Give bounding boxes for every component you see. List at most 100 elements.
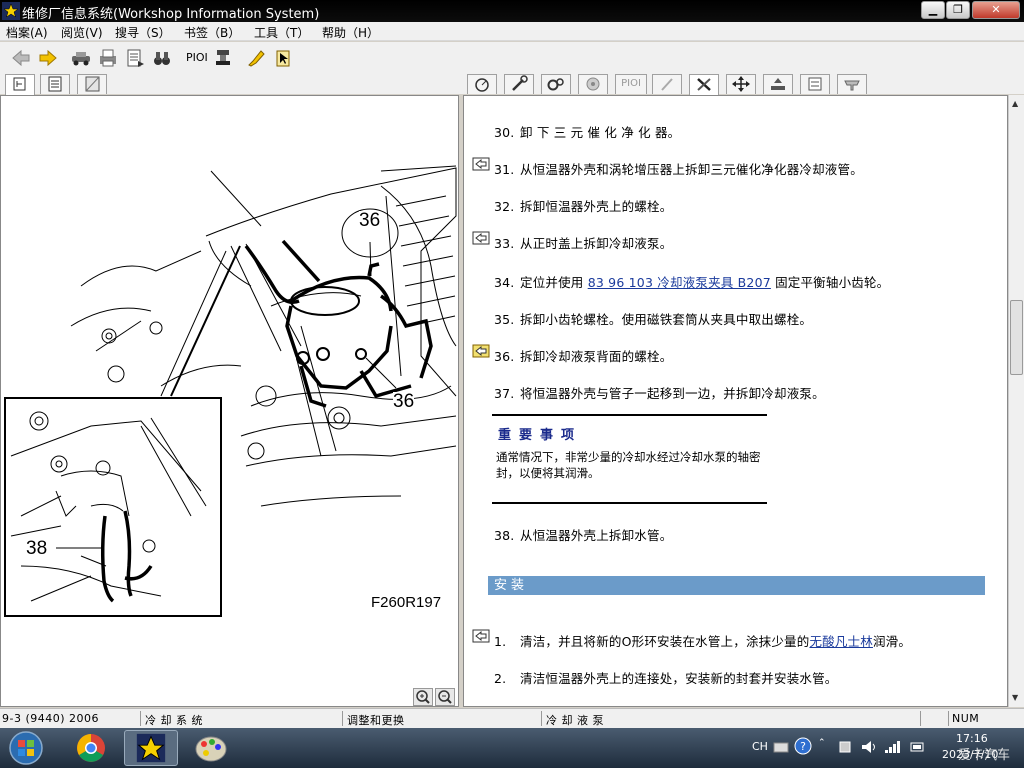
document-icon [48, 76, 62, 92]
flag-icon[interactable] [838, 740, 852, 754]
move-arrows-icon [732, 76, 750, 92]
illustration-link-icon[interactable] [472, 157, 490, 171]
tab-adjust[interactable] [726, 74, 756, 94]
engine-icon [586, 77, 600, 91]
install-section-header: 安装 [488, 576, 985, 595]
stamp-icon[interactable] [212, 47, 234, 69]
zoom-in-button[interactable] [413, 688, 433, 706]
window-title: 维修厂信息系统(Workshop Information System) [22, 7, 320, 22]
wrench-screwdriver-icon [697, 78, 711, 91]
menu-bookmarks[interactable]: 书签（B） [184, 24, 240, 41]
forward-arrow-icon[interactable] [37, 47, 59, 69]
help-icon[interactable]: ? [794, 737, 812, 755]
vaseline-link[interactable]: 无酸凡士林 [809, 634, 873, 649]
tab-parts[interactable] [541, 74, 571, 94]
taskbar: CH ? ⌃ 17:16 2023/7/10 爱卡汽车 [0, 728, 1024, 768]
menu-file[interactable]: 档案(A) [6, 24, 48, 41]
install-step-2: 2. 清洁恒温器外壳上的连接处，安装新的封套并安装水管。 [494, 671, 838, 686]
paint-icon[interactable] [184, 730, 238, 766]
highlighter-icon[interactable] [245, 47, 267, 69]
coolant-pump-illustration [4, 165, 457, 617]
note-title: 重要事项 [498, 428, 583, 443]
vehicle-icon[interactable] [70, 47, 92, 69]
note-body: 通常情况下，非常少量的冷却水经过冷却水泵的轴密封，以便将其润滑。 [496, 450, 761, 480]
tab-measure[interactable] [652, 74, 682, 94]
tab-document[interactable] [40, 74, 70, 94]
scroll-up-icon[interactable]: ▲ [1012, 99, 1018, 108]
step-35: 35. 拆卸小齿轮螺栓。使用磁铁套筒从夹具中取出螺栓。 [494, 312, 813, 327]
status-system: 冷 却 系 统 [145, 714, 203, 727]
tab-image[interactable] [77, 74, 107, 94]
step-33: 33. 从正时盖上拆卸冷却液泵。 [494, 236, 673, 251]
wrench-icon [512, 75, 528, 91]
battery-icon[interactable] [910, 740, 926, 754]
scroll-down-icon[interactable]: ▼ [1012, 693, 1018, 702]
close-button[interactable]: ✕ [972, 1, 1020, 19]
tab-body[interactable] [837, 74, 867, 94]
zoom-out-icon [438, 690, 452, 704]
document-list-icon[interactable] [124, 47, 146, 69]
step-36: 36. 拆卸冷却液泵背面的螺栓。 [494, 349, 673, 364]
menu-bar: 档案(A) 阅览(V) 搜寻（S） 书签（B） 工具（T） 帮助（H） [0, 22, 1024, 41]
gauge-icon [475, 78, 489, 92]
image-icon [85, 76, 100, 92]
print-icon[interactable] [97, 47, 119, 69]
tab-spec[interactable] [800, 74, 830, 94]
watermark-text: 爱卡汽车 [958, 748, 1011, 763]
network-icon[interactable] [884, 740, 902, 754]
tab-lift[interactable] [763, 74, 793, 94]
step-31: 31. 从恒温器外壳和涡轮增压器上拆卸三元催化净化器冷却液管。 [494, 162, 863, 177]
menu-help[interactable]: 帮助（H） [322, 24, 379, 41]
zoom-in-icon [416, 690, 430, 704]
title-bar: 维修厂信息系统(Workshop Information System) ▁ ❐… [0, 0, 1024, 22]
status-component: 冷 却 液 泵 [546, 714, 604, 727]
spec-sheet-icon [808, 77, 822, 91]
menu-view[interactable]: 阅览(V) [61, 24, 103, 41]
lift-icon [771, 78, 785, 90]
step-37: 37. 将恒温器外壳与管子一起移到一边，并拆卸冷却液泵。 [494, 386, 825, 401]
step-38: 38. 从恒温器外壳上拆卸水管。 [494, 528, 673, 543]
status-numlock: NUM [952, 712, 980, 725]
binoculars-icon[interactable] [151, 47, 173, 69]
illustration-link-icon[interactable] [472, 231, 490, 245]
tray-expand-icon[interactable]: ⌃ [818, 738, 826, 748]
language-indicator[interactable]: CH [752, 740, 768, 753]
illustration-link-icon[interactable] [472, 629, 490, 643]
back-arrow-icon[interactable] [10, 47, 32, 69]
gears-icon [547, 78, 564, 91]
tab-inspect[interactable] [467, 74, 497, 94]
tab-pioi[interactable]: PIOI [615, 74, 647, 94]
body-part-icon [844, 80, 860, 91]
illustration-link-active-icon[interactable] [472, 344, 490, 358]
workshop-app-taskbar-icon[interactable] [124, 730, 178, 766]
step-30: 30. 卸 下 三 元 催 化 净 化 器。 [494, 125, 681, 140]
maximize-button[interactable]: ❐ [946, 1, 970, 19]
callout-38-inset: 38 [26, 538, 48, 559]
status-bar: 9-3 (9440) 2006 冷 却 系 统 调整和更换 冷 却 液 泵 NU… [0, 708, 1024, 728]
tab-repair[interactable] [689, 74, 719, 95]
procedure-text-panel: 30. 卸 下 三 元 催 化 净 化 器。 31. 从恒温器外壳和涡轮增压器上拆卸… [463, 95, 1008, 707]
vertical-scrollbar[interactable]: ▲ ▼ [1008, 95, 1024, 707]
menu-tools[interactable]: 工具（T） [254, 24, 309, 41]
zoom-out-button[interactable] [435, 688, 455, 706]
chrome-icon[interactable] [64, 730, 118, 766]
keyboard-icon[interactable] [773, 740, 789, 754]
tab-tree[interactable] [5, 74, 35, 95]
tool-link-b207[interactable]: 83 96 103 冷却液泵夹具 B207 [588, 275, 771, 290]
tab-tools[interactable] [504, 74, 534, 94]
tab-engine[interactable] [578, 74, 608, 94]
volume-icon[interactable] [860, 740, 878, 754]
pointer-note-icon[interactable] [272, 47, 294, 69]
callout-36-top: 36 [359, 210, 381, 231]
install-step-1: 1. 清洁，并且将新的O形环安装在水管上，涂抹少量的无酸凡士林润滑。 [494, 634, 912, 649]
svg-text:?: ? [800, 740, 806, 753]
start-button-icon[interactable] [6, 730, 46, 766]
pioi-button[interactable]: PIOI [186, 51, 208, 64]
scroll-thumb[interactable] [1010, 300, 1023, 375]
tree-icon [13, 77, 26, 91]
callout-36-bottom: 36 [393, 391, 415, 412]
menu-search[interactable]: 搜寻（S） [115, 24, 171, 41]
probe-icon [661, 78, 673, 91]
status-model: 9-3 (9440) 2006 [2, 712, 100, 725]
minimize-button[interactable]: ▁ [921, 1, 945, 19]
